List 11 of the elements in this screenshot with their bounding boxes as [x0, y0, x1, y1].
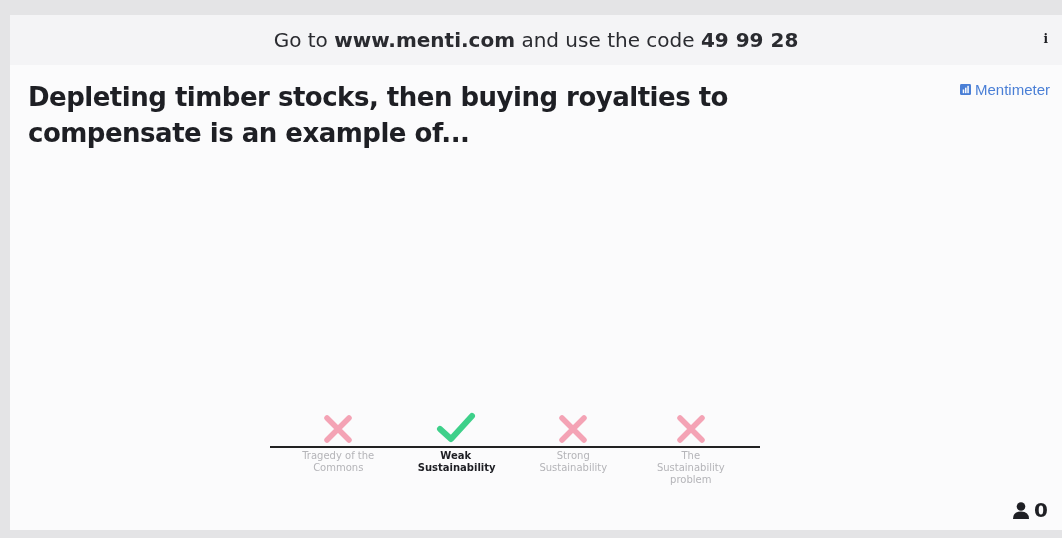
- option-label: The Sustainability problem: [655, 450, 726, 486]
- person-icon: [1013, 501, 1030, 519]
- option-label: Strong Sustainability: [538, 450, 609, 474]
- brand-name: Mentimeter: [974, 80, 1050, 98]
- join-instruction: Go to www.menti.com and use the code 49 99 28: [273, 28, 799, 52]
- info-button[interactable]: i: [1043, 32, 1048, 46]
- option-label: Weak Sustainability: [417, 450, 494, 474]
- participant-count: 0: [1034, 498, 1048, 522]
- question-title: Depleting timber stocks, then buying royalties to compensate is an example of...: [28, 81, 729, 150]
- option-label: Tragedy of the Commons: [301, 450, 376, 474]
- bar-chart-icon: [959, 83, 971, 95]
